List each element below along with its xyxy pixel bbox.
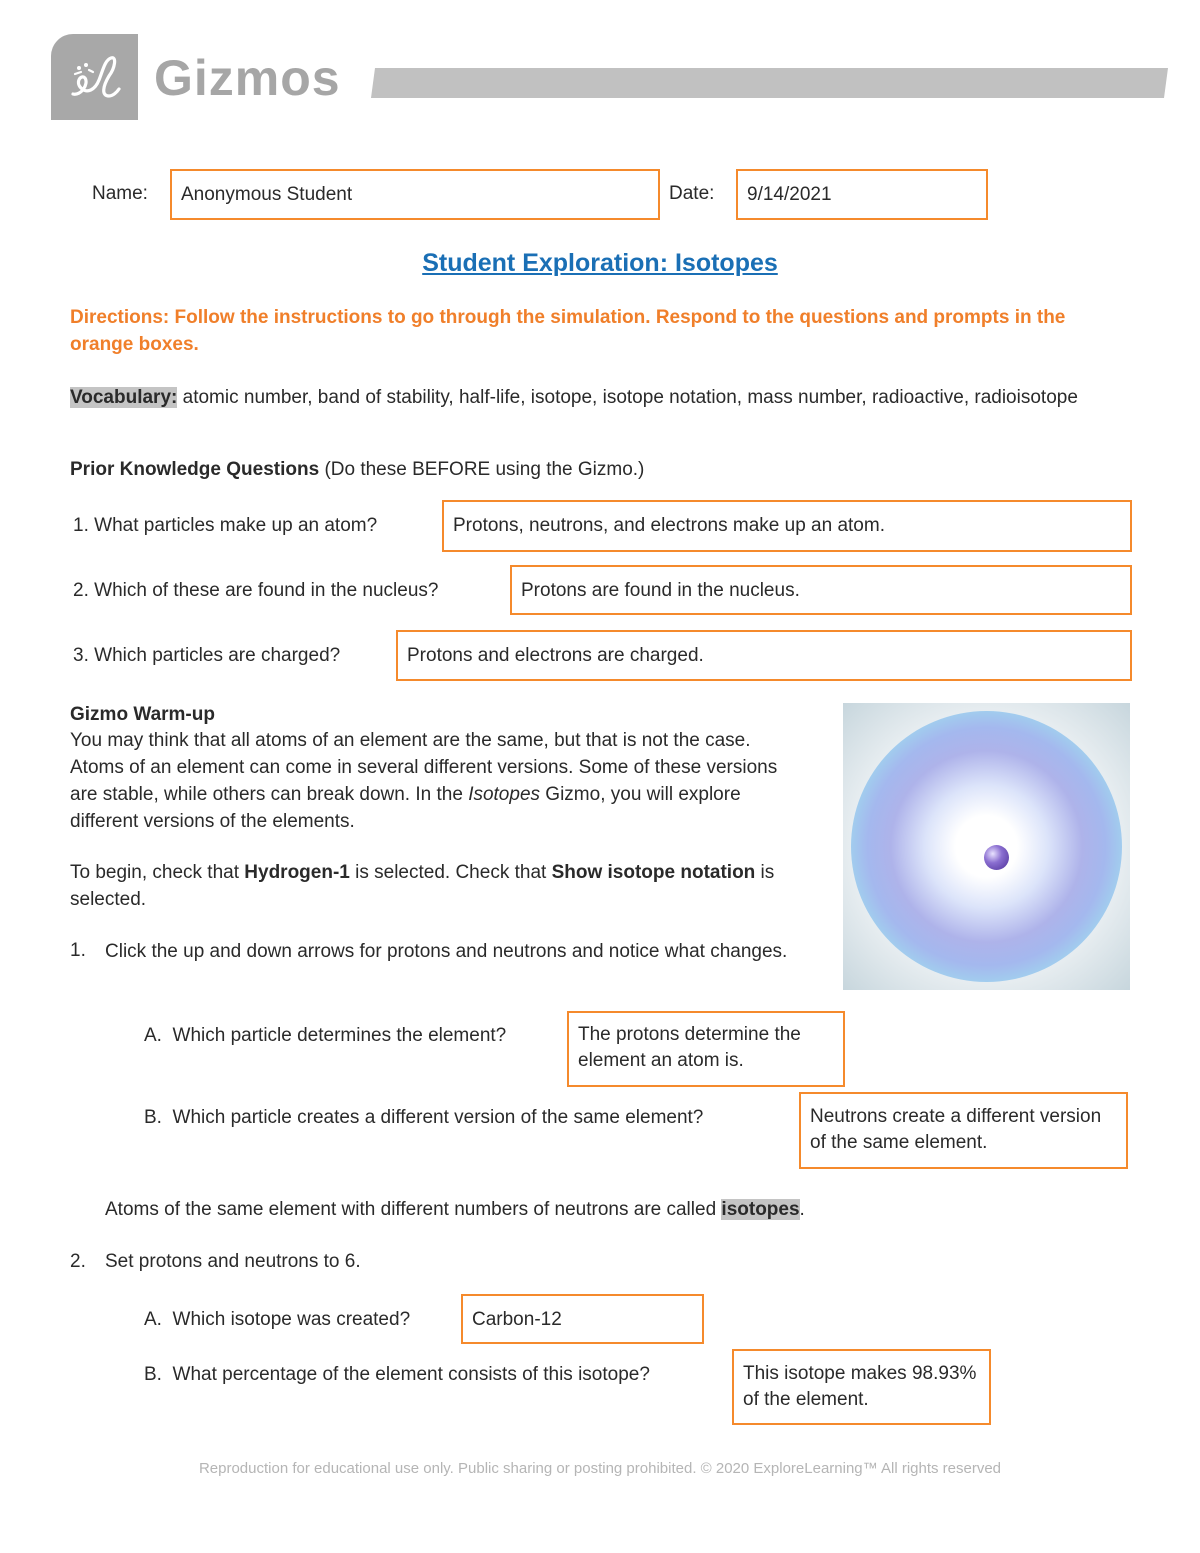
prior-knowledge-title: Prior Knowledge Questions xyxy=(70,459,320,480)
electron-cloud xyxy=(851,711,1122,982)
warmup-q2a-answer[interactable]: Carbon-12 xyxy=(461,1294,704,1344)
warmup-q1-text: Click the up and down arrows for protons… xyxy=(105,941,788,962)
warmup-setup: To begin, check that Hydrogen-1 is selec… xyxy=(70,859,800,913)
isotopes-term: isotopes xyxy=(721,1199,800,1220)
warmup-q2-number: 2. xyxy=(70,1251,86,1272)
directions: Directions: Follow the instructions to g… xyxy=(70,307,1066,355)
prior-knowledge-heading: Prior Knowledge Questions (Do these BEFO… xyxy=(70,457,644,483)
brand-name: Gizmos xyxy=(154,50,341,106)
isotopes-definition-text: Atoms of the same element with different… xyxy=(105,1199,722,1220)
hydrogen-1-term: Hydrogen-1 xyxy=(244,862,350,883)
part-question: Which particle creates a different versi… xyxy=(172,1107,704,1128)
part-letter: A. xyxy=(144,1309,162,1330)
part-question: What percentage of the element consists … xyxy=(172,1364,650,1385)
nucleus-icon xyxy=(984,845,1009,870)
question-text: Which of these are found in the nucleus? xyxy=(94,580,439,601)
el-logo-icon xyxy=(71,56,121,98)
pk-answer-1[interactable]: Protons, neutrons, and electrons make up… xyxy=(442,500,1132,552)
isotopes-definition: Atoms of the same element with different… xyxy=(105,1197,805,1223)
warmup-heading: Gizmo Warm-up xyxy=(70,704,215,725)
pk-question-2: 2. Which of these are found in the nucle… xyxy=(73,578,438,604)
warmup-q2b: B. What percentage of the element consis… xyxy=(144,1362,650,1388)
pk-answer-2[interactable]: Protons are found in the nucleus. xyxy=(510,565,1132,615)
warmup-q2a: A. Which isotope was created? xyxy=(144,1307,410,1333)
isotopes-definition-end: . xyxy=(799,1199,805,1220)
part-question: Which isotope was created? xyxy=(172,1309,411,1330)
date-label: Date: xyxy=(669,183,715,204)
date-field[interactable]: 9/14/2021 xyxy=(736,169,988,220)
pk-question-1: 1. What particles make up an atom? xyxy=(73,513,377,539)
pk-question-3: 3. Which particles are charged? xyxy=(73,643,340,669)
warmup-q1a-answer[interactable]: The protons determine the element an ato… xyxy=(567,1011,845,1087)
name-field[interactable]: Anonymous Student xyxy=(170,169,660,220)
explorelearning-logo xyxy=(51,34,138,120)
name-label: Name: xyxy=(92,183,148,204)
copyright-footer: Reproduction for educational use only. P… xyxy=(198,1460,1002,1477)
question-text: What particles make up an atom? xyxy=(94,515,378,536)
part-letter: B. xyxy=(144,1364,162,1385)
question-text: Which particles are charged? xyxy=(94,645,341,666)
question-number: 3. xyxy=(73,645,89,666)
question-number: 2. xyxy=(73,580,89,601)
setup-text-mid: is selected. Check that xyxy=(349,862,552,883)
gizmo-name: Isotopes xyxy=(468,784,541,805)
warmup-q1b-answer[interactable]: Neutrons create a different version of t… xyxy=(799,1092,1128,1169)
warmup-q1-number: 1. xyxy=(70,940,86,961)
vocabulary-label: Vocabulary: xyxy=(70,387,178,408)
warmup-q2b-answer[interactable]: This isotope makes 98.93% of the element… xyxy=(732,1349,991,1425)
setup-text: To begin, check that xyxy=(70,862,245,883)
header-bar xyxy=(371,68,1168,98)
part-question: Which particle determines the element? xyxy=(172,1025,507,1046)
vocabulary-terms: atomic number, band of stability, half-l… xyxy=(182,387,1078,408)
part-letter: B. xyxy=(144,1107,162,1128)
prior-knowledge-note: (Do these BEFORE using the Gizmo.) xyxy=(324,459,645,480)
page-title: Student Exploration: Isotopes xyxy=(422,249,778,277)
hydrogen-atom-image xyxy=(843,703,1130,990)
question-number: 1. xyxy=(73,515,89,536)
vocabulary: Vocabulary: atomic number, band of stabi… xyxy=(70,385,1135,411)
warmup-q2-text: Set protons and neutrons to 6. xyxy=(105,1251,361,1272)
warmup-q1b: B. Which particle creates a different ve… xyxy=(144,1105,703,1131)
warmup-q1a: A. Which particle determines the element… xyxy=(144,1023,506,1049)
part-letter: A. xyxy=(144,1025,162,1046)
pk-answer-3[interactable]: Protons and electrons are charged. xyxy=(396,630,1132,681)
warmup-intro: You may think that all atoms of an eleme… xyxy=(70,727,800,835)
show-isotope-notation-term: Show isotope notation xyxy=(551,862,756,883)
